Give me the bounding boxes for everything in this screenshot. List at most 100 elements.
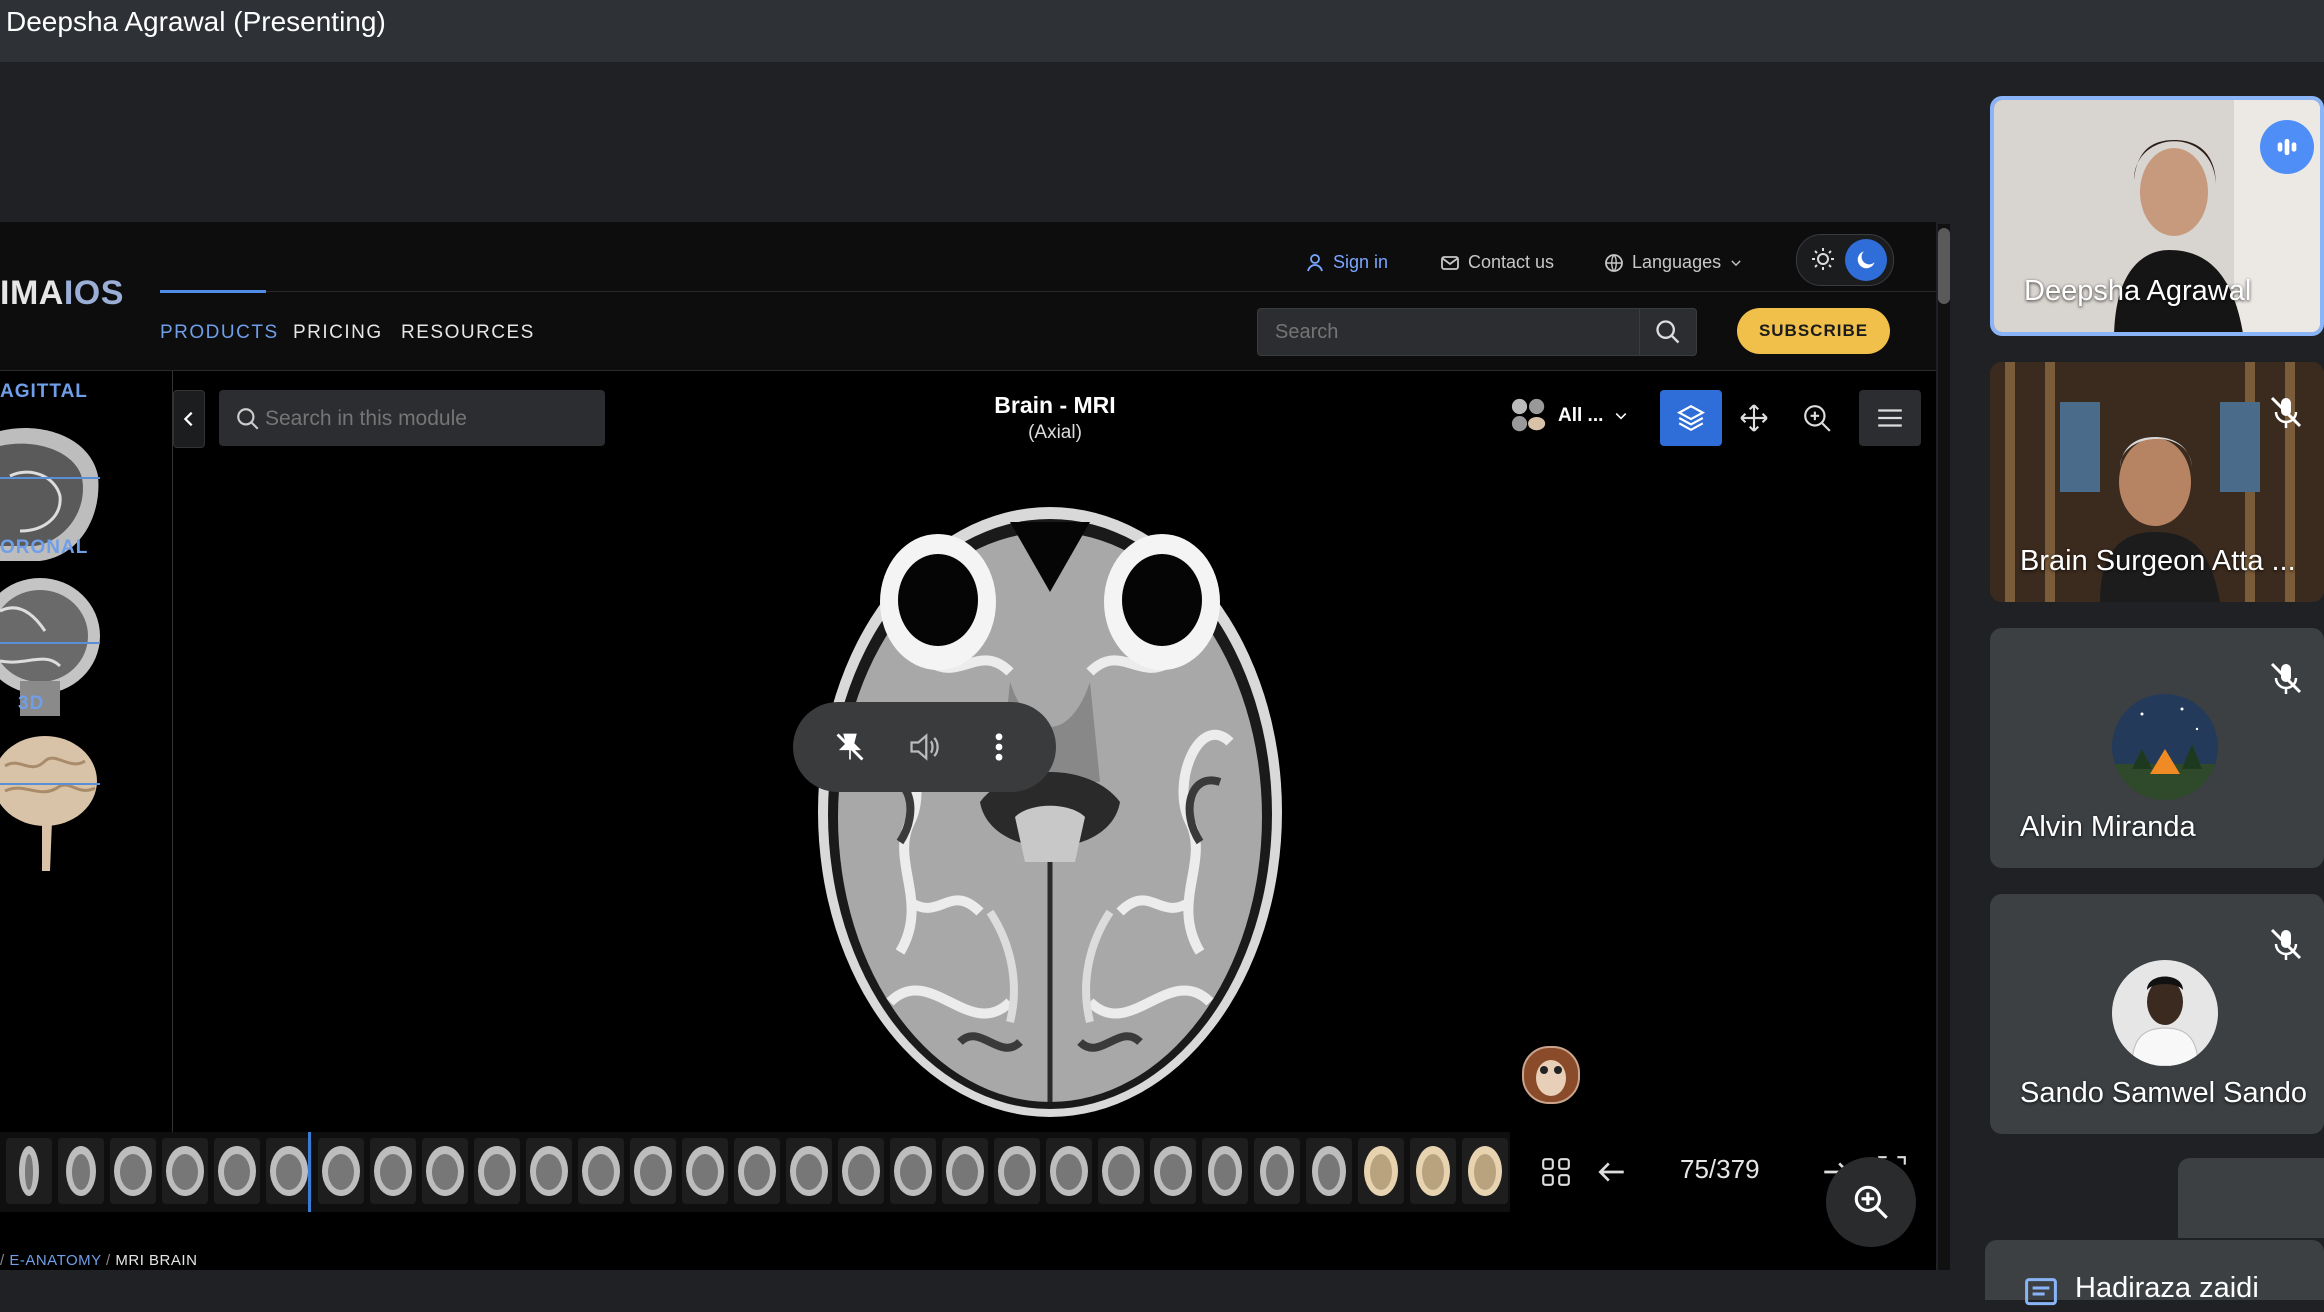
site-search-button[interactable]	[1639, 309, 1696, 355]
presenter-title: Deepsha Agrawal (Presenting)	[6, 6, 386, 37]
module-search-input[interactable]	[263, 390, 597, 448]
breadcrumb-e-anatomy[interactable]: E-ANATOMY	[9, 1252, 101, 1269]
menu-button[interactable]	[1859, 390, 1921, 446]
slice-thumbnail[interactable]	[1306, 1138, 1352, 1204]
slice-thumbnail[interactable]	[1098, 1138, 1144, 1204]
zoom-fab[interactable]	[1826, 1157, 1916, 1247]
slice-thumbnail[interactable]	[318, 1138, 364, 1204]
participant-name: Deepsha Agrawal	[2024, 275, 2252, 307]
slice-thumbnail[interactable]	[1046, 1138, 1092, 1204]
shared-screen: IMAIOS Sign in Contact us Languages PROD…	[0, 222, 1936, 1270]
imaios-logo[interactable]: IMAIOS	[0, 274, 124, 313]
chevron-left-icon	[183, 411, 193, 427]
pin-off-icon[interactable]	[833, 730, 867, 764]
slice-thumbnail[interactable]	[994, 1138, 1040, 1204]
chevron-down-icon	[1616, 413, 1627, 420]
chat-icon	[2025, 1278, 2057, 1306]
participant-tile-3[interactable]: Alvin Miranda	[1990, 628, 2324, 868]
slice-thumbnail[interactable]	[1202, 1138, 1248, 1204]
slice-thumbnail[interactable]	[942, 1138, 988, 1204]
more-vert-icon[interactable]	[982, 730, 1016, 764]
volume-icon[interactable]	[907, 730, 941, 764]
current-slice-indicator	[308, 1132, 311, 1212]
site-search-input[interactable]	[1258, 309, 1628, 355]
viewer-title: Brain - MRI	[994, 392, 1116, 418]
subscribe-button[interactable]: SUBSCRIBE	[1737, 308, 1890, 354]
orientation-icon	[1522, 1046, 1580, 1104]
moon-icon	[1845, 239, 1887, 281]
slice-thumbnail[interactable]	[266, 1138, 312, 1204]
user-icon	[1307, 253, 1323, 271]
zoom-in-icon	[1854, 1185, 1888, 1219]
participant-name: Brain Surgeon Atta ...	[2020, 545, 2296, 577]
breadcrumb-mri-brain: MRI BRAIN	[115, 1252, 198, 1269]
slice-filmstrip	[0, 1132, 1510, 1212]
header-divider	[160, 291, 1936, 292]
nav-active-indicator	[160, 290, 266, 293]
collapsed-panel-tab[interactable]	[2178, 1158, 2324, 1238]
zoom-tool[interactable]	[1786, 390, 1848, 446]
sun-icon	[1812, 248, 1834, 270]
sign-in-link[interactable]: Sign in	[1305, 252, 1388, 273]
grid-icon[interactable]	[1540, 1156, 1572, 1188]
slice-thumbnail[interactable]	[526, 1138, 572, 1204]
slice-thumbnail[interactable]	[1358, 1138, 1404, 1204]
participant-name: Sando Samwel Sando	[2020, 1077, 2307, 1109]
chat-notification[interactable]: Hadiraza zaidi	[1985, 1240, 2324, 1306]
3d-brain-thumbnail[interactable]	[0, 726, 100, 876]
slice-thumbnail[interactable]	[630, 1138, 676, 1204]
layers-tool[interactable]	[1660, 390, 1722, 446]
slice-thumbnail[interactable]	[58, 1138, 104, 1204]
chevron-down-icon	[1731, 259, 1741, 266]
speaking-indicator-icon	[2260, 120, 2314, 174]
shared-scrollbar-thumb[interactable]	[1938, 228, 1950, 304]
theme-toggle[interactable]	[1796, 234, 1894, 286]
slice-thumbnail[interactable]	[1254, 1138, 1300, 1204]
zoom-in-icon	[1804, 405, 1831, 432]
slice-thumbnail[interactable]	[214, 1138, 260, 1204]
mail-icon	[1441, 255, 1459, 270]
module-search	[219, 390, 605, 448]
nav-resources[interactable]: RESOURCES	[401, 322, 535, 344]
shared-scrollbar-track	[1938, 224, 1950, 1270]
pan-tool[interactable]	[1723, 390, 1785, 446]
collapse-panel-button[interactable]	[173, 390, 205, 448]
coronal-thumbnail[interactable]	[0, 571, 100, 721]
slice-thumbnails[interactable]	[0, 1132, 1510, 1212]
plane-panel: AGITTAL ORONAL 3D	[0, 371, 173, 1146]
plane-label-3d[interactable]: 3D	[18, 693, 44, 715]
slice-thumbnail[interactable]	[370, 1138, 416, 1204]
nav-products[interactable]: PRODUCTS	[160, 322, 279, 344]
slice-thumbnail[interactable]	[682, 1138, 728, 1204]
slice-thumbnail[interactable]	[734, 1138, 780, 1204]
mri-axial-image[interactable]	[810, 482, 1290, 1122]
slice-thumbnail[interactable]	[162, 1138, 208, 1204]
slice-thumbnail[interactable]	[1150, 1138, 1196, 1204]
slice-pager: 75/379	[1680, 1154, 1760, 1184]
slice-thumbnail[interactable]	[1462, 1138, 1508, 1204]
plane-label-coronal[interactable]: ORONAL	[0, 537, 88, 559]
participant-tile-2[interactable]: Brain Surgeon Atta ...	[1990, 362, 2324, 602]
nav-pricing[interactable]: PRICING	[293, 322, 383, 344]
contact-link[interactable]: Contact us	[1440, 252, 1554, 273]
slice-thumbnail[interactable]	[1410, 1138, 1456, 1204]
languages-dropdown[interactable]: Languages	[1604, 252, 1743, 273]
slice-thumbnail[interactable]	[890, 1138, 936, 1204]
participant-tile-4[interactable]: Sando Samwel Sando	[1990, 894, 2324, 1134]
slice-thumbnail[interactable]	[474, 1138, 520, 1204]
mic-off-icon	[2270, 928, 2302, 960]
slice-thumbnail[interactable]	[110, 1138, 156, 1204]
move-icon	[1740, 404, 1768, 432]
series-selector[interactable]: All ...	[1510, 397, 1629, 435]
avatar	[2112, 694, 2218, 800]
brain-series-icon	[1511, 398, 1546, 432]
participant-tile-1[interactable]: Deepsha Agrawal	[1990, 96, 2324, 336]
slice-thumbnail[interactable]	[786, 1138, 832, 1204]
layers-icon	[1676, 404, 1706, 432]
slice-thumbnail[interactable]	[6, 1138, 52, 1204]
slice-thumbnail[interactable]	[422, 1138, 468, 1204]
slice-thumbnail[interactable]	[578, 1138, 624, 1204]
arrow-left-icon[interactable]	[1596, 1156, 1628, 1188]
slice-thumbnail[interactable]	[838, 1138, 884, 1204]
plane-label-sagittal[interactable]: AGITTAL	[0, 381, 88, 403]
